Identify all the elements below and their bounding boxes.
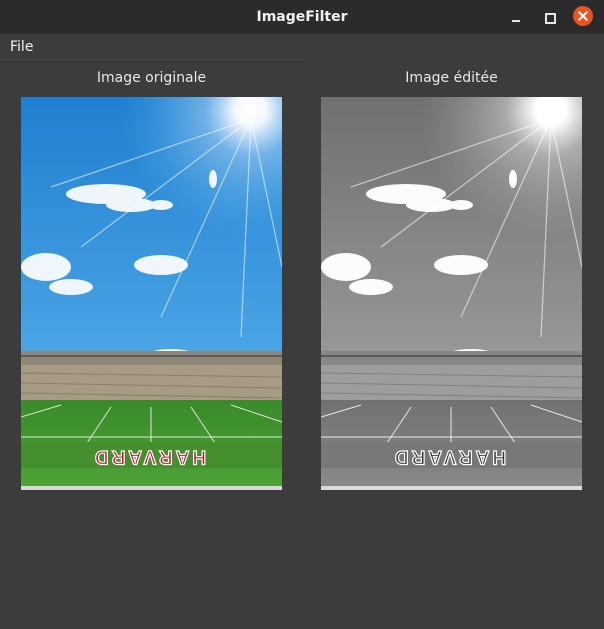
original-image: HARVARD (21, 97, 282, 490)
close-icon[interactable] (573, 6, 593, 26)
menu-divider (0, 59, 304, 60)
menu-bar: File (0, 34, 604, 60)
menu-file[interactable]: File (10, 39, 33, 55)
endzone-text: HARVARD (92, 446, 206, 467)
original-image-label: Image originale (96, 70, 207, 86)
title-bar: ImageFilter (0, 0, 604, 34)
edited-image: HARVARD (321, 97, 582, 490)
minimize-icon[interactable] (506, 8, 526, 28)
endzone-text-edited: HARVARD (392, 446, 506, 467)
edited-image-label: Image éditée (405, 70, 498, 86)
maximize-icon[interactable] (540, 8, 560, 28)
